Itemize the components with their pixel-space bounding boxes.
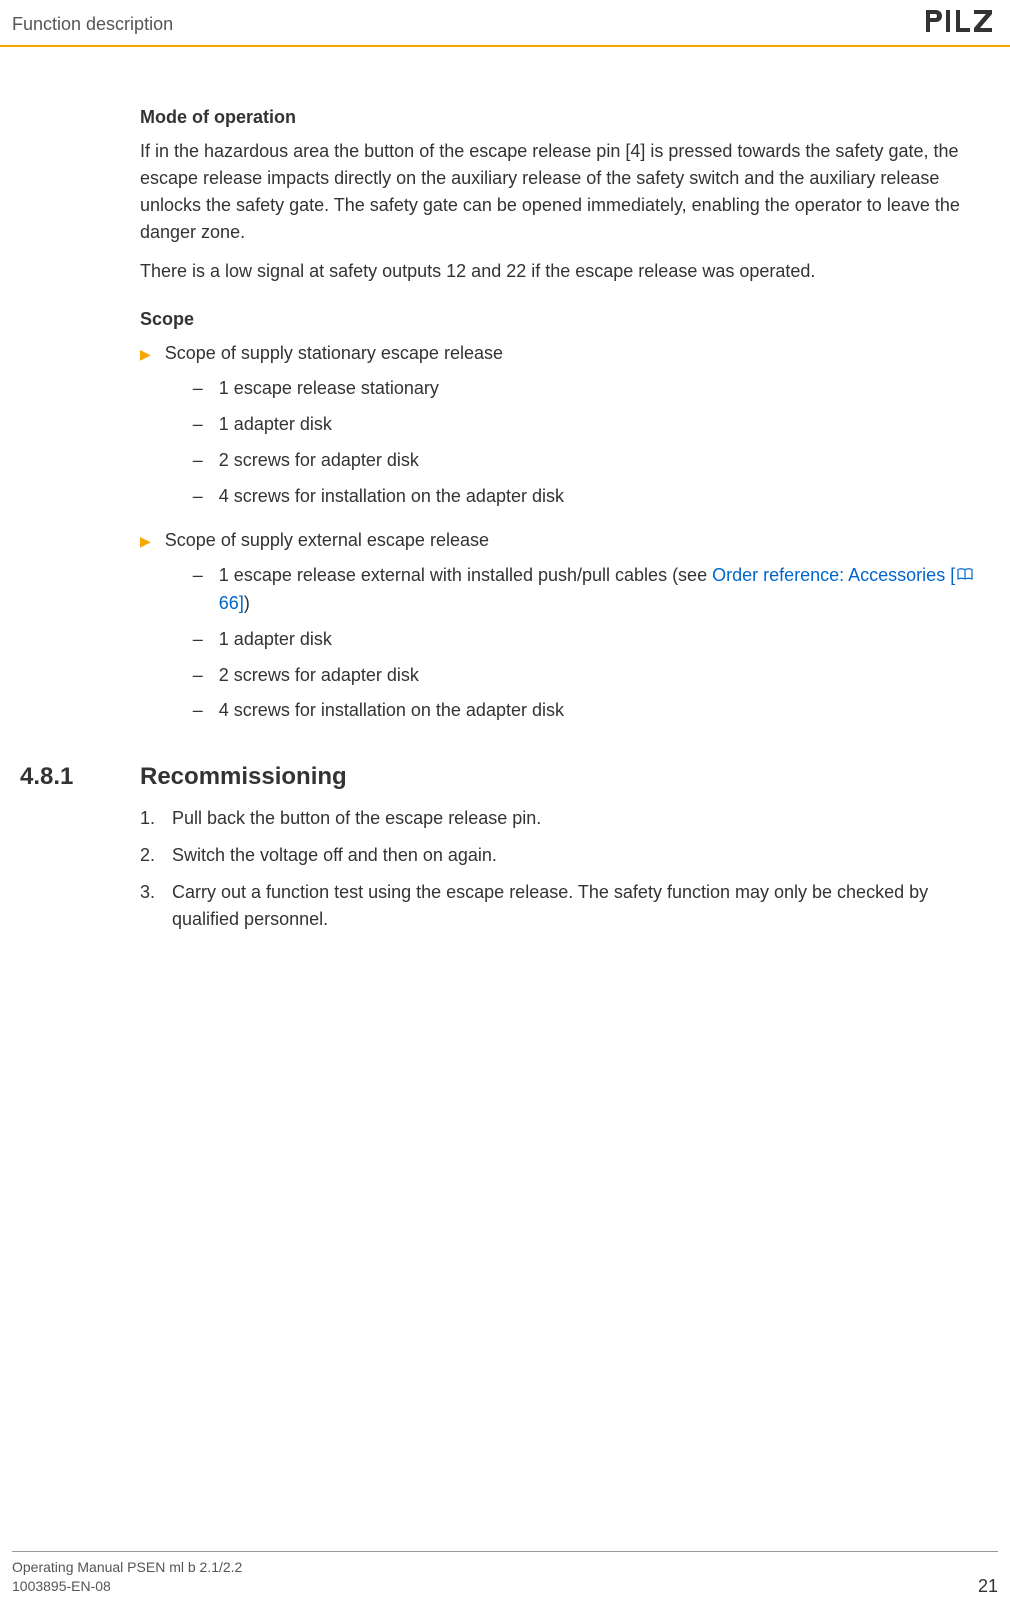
list-item: 1.Pull back the button of the escape rel…	[140, 805, 980, 832]
section-heading-row: 4.8.1 Recommissioning	[20, 763, 990, 791]
page-header: Function description	[0, 0, 1010, 47]
scope-group-2: ▶ Scope of supply external escape releas…	[140, 527, 980, 734]
mode-para-2: There is a low signal at safety outputs …	[140, 258, 980, 285]
list-item: –2 screws for adapter disk	[193, 447, 980, 475]
scope-group-2-label: Scope of supply external escape release	[165, 527, 980, 554]
scope-group-2-items: – 1 escape release external with install…	[193, 562, 980, 726]
page-content: Mode of operation If in the hazardous ar…	[0, 47, 1010, 933]
section-title: Recommissioning	[140, 763, 347, 791]
list-item: –4 screws for installation on the adapte…	[193, 697, 980, 725]
mode-para-1: If in the hazardous area the button of t…	[140, 138, 980, 246]
scope-group-1: ▶ Scope of supply stationary escape rele…	[140, 340, 980, 519]
list-item: –1 adapter disk	[193, 626, 980, 654]
list-item-text-suffix: )	[244, 593, 250, 613]
scope-heading: Scope	[140, 309, 980, 330]
mode-heading: Mode of operation	[140, 107, 980, 128]
list-item-text: 1 escape release external with installed…	[219, 565, 712, 585]
brand-logo	[926, 8, 998, 41]
section-number: 4.8.1	[20, 763, 140, 791]
triangle-bullet-icon: ▶	[140, 344, 151, 365]
footer-line-2: 1003895-EN-08	[12, 1577, 242, 1597]
scope-group-1-items: –1 escape release stationary –1 adapter …	[193, 375, 980, 511]
list-item: –2 screws for adapter disk	[193, 662, 980, 690]
list-item: –1 escape release stationary	[193, 375, 980, 403]
scope-group-1-label: Scope of supply stationary escape releas…	[165, 340, 980, 367]
page-footer: Operating Manual PSEN ml b 2.1/2.2 10038…	[12, 1551, 998, 1597]
page-number: 21	[978, 1576, 998, 1597]
list-item: –1 adapter disk	[193, 411, 980, 439]
footer-doc-info: Operating Manual PSEN ml b 2.1/2.2 10038…	[12, 1558, 242, 1597]
recommissioning-steps: 1.Pull back the button of the escape rel…	[140, 805, 980, 933]
list-item: 2.Switch the voltage off and then on aga…	[140, 842, 980, 869]
list-item: – 1 escape release external with install…	[193, 562, 980, 618]
list-item: 3.Carry out a function test using the es…	[140, 879, 980, 933]
list-item: –4 screws for installation on the adapte…	[193, 483, 980, 511]
triangle-bullet-icon: ▶	[140, 531, 151, 552]
book-icon	[957, 562, 973, 590]
scope-list: ▶ Scope of supply stationary escape rele…	[140, 340, 980, 733]
header-title: Function description	[12, 14, 173, 35]
footer-line-1: Operating Manual PSEN ml b 2.1/2.2	[12, 1558, 242, 1578]
